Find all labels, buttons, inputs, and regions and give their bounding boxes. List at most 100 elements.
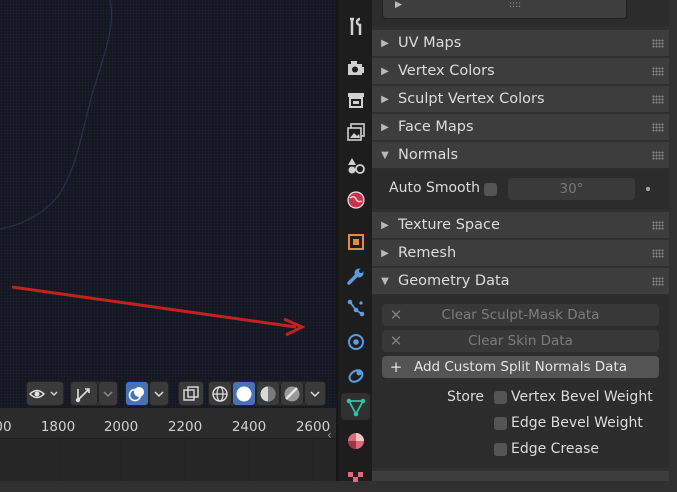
drag-grip-icon[interactable] (652, 39, 664, 48)
edge-bevel-weight-checkbox[interactable] (494, 417, 507, 430)
panel-title: Vertex Colors (398, 63, 495, 79)
region-collapse-icon[interactable]: ‹ (327, 428, 332, 442)
collapsed-arrow-icon: ▶ (381, 37, 389, 49)
expanded-arrow-icon: ▼ (381, 275, 389, 287)
tab-output[interactable] (341, 86, 370, 113)
expand-arrow-icon: ▶ (395, 0, 402, 10)
clear-skin-data-button[interactable]: ✕ Clear Skin Data (382, 330, 659, 352)
annotation-arrow-icon (11, 285, 297, 329)
vertex-bevel-weight-checkbox[interactable] (494, 391, 507, 404)
panel-face-maps[interactable]: ▶ Face Maps (372, 114, 669, 141)
frame-gridline (249, 439, 250, 481)
edge-crease-checkbox[interactable] (494, 443, 507, 456)
drag-grip-icon[interactable] (652, 123, 664, 132)
tab-texture[interactable] (341, 465, 370, 492)
collapsed-arrow-icon: ▶ (381, 219, 389, 231)
frame-gridline (185, 439, 186, 481)
tab-world[interactable] (341, 186, 370, 213)
tab-physics[interactable] (341, 328, 370, 355)
drag-grip-icon[interactable] (652, 221, 664, 230)
panel-title: Geometry Data (398, 273, 510, 289)
tab-scene[interactable] (341, 152, 370, 179)
panel-geometry-data[interactable]: ▼ Geometry Data (372, 268, 669, 295)
drag-grip-icon[interactable] (652, 277, 664, 286)
panel-title: Normals (398, 147, 459, 163)
gizmo-icon (75, 387, 90, 402)
frame-tick-label: 00 (0, 419, 12, 435)
clear-sculpt-mask-data-button[interactable]: ✕ Clear Sculpt-Mask Data (382, 304, 659, 326)
frame-gridline (121, 439, 122, 481)
tab-material[interactable] (341, 427, 370, 454)
gizmo-button[interactable] (70, 381, 98, 406)
drag-grip-icon[interactable] (652, 95, 664, 104)
properties-editor: ▶ :::: ▶ UV Maps ▶ Vertex Colors ▶ Sculp… (372, 0, 677, 481)
tab-particles[interactable] (341, 294, 370, 321)
collapsed-list-field[interactable]: ▶ :::: (382, 0, 627, 19)
tab-tool[interactable] (341, 13, 370, 40)
material-icon (347, 432, 364, 449)
eye-icon (28, 389, 58, 398)
panel-title: Texture Space (398, 217, 500, 233)
store-label: Store (447, 389, 485, 405)
solid-shading-icon (236, 386, 252, 401)
rendered-shading-icon (284, 386, 300, 401)
drag-grip-icon[interactable] (652, 151, 664, 160)
panel-next-partial[interactable] (372, 471, 669, 481)
panel-uv-maps[interactable]: ▶ UV Maps (372, 30, 669, 57)
overlay-icon (128, 386, 144, 401)
frame-tick-label: 2400 (231, 419, 267, 435)
gizmo-dropdown[interactable] (98, 381, 118, 406)
rendered-shading-button[interactable] (280, 381, 304, 406)
texture-icon (347, 471, 363, 482)
tab-modifiers[interactable] (341, 262, 370, 289)
auto-smooth-angle-field[interactable]: 30° (508, 178, 635, 200)
close-icon: ✕ (389, 306, 403, 324)
auto-smooth-checkbox[interactable] (484, 183, 497, 196)
edge-crease-label[interactable]: Edge Crease (511, 441, 599, 457)
3d-viewport[interactable] (0, 0, 336, 408)
material-shading-button[interactable] (256, 381, 280, 406)
drag-grip-icon[interactable] (652, 249, 664, 258)
panel-title: Sculpt Vertex Colors (398, 91, 545, 107)
shading-dropdown[interactable] (304, 381, 326, 406)
xray-icon (183, 385, 199, 401)
vertex-bevel-weight-label[interactable]: Vertex Bevel Weight (511, 389, 653, 405)
tool-icon (349, 17, 361, 35)
particles-icon (347, 299, 364, 316)
frame-ruler[interactable]: 00 1800 2000 2200 2400 2600 (0, 408, 336, 439)
panel-remesh[interactable]: ▶ Remesh (372, 240, 669, 267)
frame-tick-label: 2600 (295, 419, 331, 435)
tab-data[interactable] (341, 393, 370, 420)
close-icon: ✕ (389, 332, 403, 350)
tab-render[interactable] (341, 54, 370, 81)
wireframe-shading-button[interactable] (208, 381, 232, 406)
drag-grip-icon[interactable] (652, 67, 664, 76)
panel-texture-space[interactable]: ▶ Texture Space (372, 212, 669, 239)
xray-toggle[interactable] (178, 381, 204, 406)
panel-sculpt-vertex-colors[interactable]: ▶ Sculpt Vertex Colors (372, 86, 669, 113)
chevron-down-icon (103, 390, 113, 397)
physics-icon (347, 333, 364, 350)
keyframe-dot-icon[interactable] (646, 187, 650, 191)
view-layer-icon (346, 122, 365, 141)
tab-object[interactable] (341, 228, 370, 255)
resize-grip-icon: :::: (509, 0, 522, 10)
expanded-arrow-icon: ▼ (381, 149, 389, 161)
overlays-dropdown[interactable] (149, 381, 169, 406)
object-visibility-button[interactable] (26, 381, 64, 406)
frame-tick-label: 1800 (40, 419, 76, 435)
viewport-overlay (0, 0, 306, 337)
properties-tab-bar (338, 0, 372, 482)
tab-constraints[interactable] (341, 361, 370, 388)
frame-gridline (313, 439, 314, 481)
add-custom-split-normals-data-button[interactable]: + Add Custom Split Normals Data (382, 356, 659, 378)
tab-view-layer[interactable] (341, 118, 370, 145)
scene-icon (347, 157, 365, 174)
solid-shading-button[interactable] (232, 381, 256, 406)
panel-normals[interactable]: ▼ Normals (372, 142, 669, 169)
panel-vertex-colors[interactable]: ▶ Vertex Colors (372, 58, 669, 85)
edge-bevel-weight-label[interactable]: Edge Bevel Weight (511, 415, 643, 431)
overlays-button[interactable] (125, 381, 149, 406)
timeline[interactable]: 00 1800 2000 2200 2400 2600 (0, 408, 336, 481)
button-label: Clear Sculpt-Mask Data (441, 307, 600, 323)
